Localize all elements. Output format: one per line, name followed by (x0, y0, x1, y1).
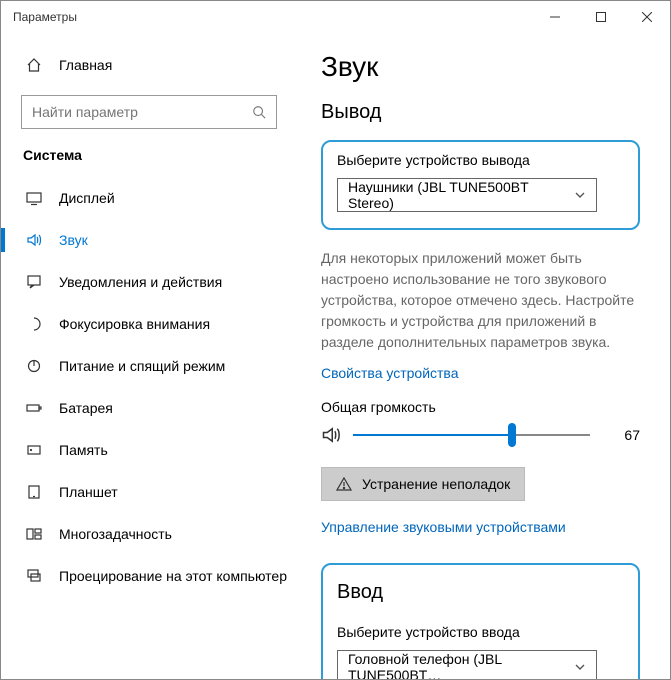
manage-devices-link[interactable]: Управление звуковыми устройствами (321, 519, 640, 535)
output-device-group: Выберите устройство вывода Наушники (JBL… (321, 140, 640, 230)
sidebar-item-label: Питание и спящий режим (59, 358, 225, 374)
tablet-icon (25, 484, 43, 500)
minimize-button[interactable] (532, 1, 578, 33)
output-note: Для некоторых приложений может быть наст… (321, 248, 640, 353)
window-title: Параметры (13, 10, 77, 24)
warning-icon (336, 476, 352, 492)
multitask-icon (25, 526, 43, 542)
search-icon (252, 105, 266, 119)
sidebar-item-label: Батарея (59, 400, 113, 416)
sidebar-section-label: Система (1, 147, 297, 177)
projecting-icon (25, 568, 43, 584)
volume-label: Общая громкость (321, 399, 640, 415)
titlebar: Параметры (1, 1, 670, 33)
volume-icon[interactable] (321, 425, 341, 445)
sidebar-item-focus[interactable]: Фокусировка внимания (1, 303, 297, 345)
input-choose-label: Выберите устройство ввода (337, 624, 624, 640)
search-input[interactable] (32, 104, 244, 120)
chevron-down-icon (574, 189, 586, 201)
sidebar-item-label: Звук (59, 232, 88, 248)
sidebar-item-power[interactable]: Питание и спящий режим (1, 345, 297, 387)
sidebar-item-sound[interactable]: Звук (1, 219, 297, 261)
chevron-down-icon (574, 661, 586, 673)
storage-icon (25, 442, 43, 458)
display-icon (25, 190, 43, 206)
sidebar-item-storage[interactable]: Память (1, 429, 297, 471)
volume-row: 67 (321, 425, 640, 445)
troubleshoot-label: Устранение неполадок (362, 476, 510, 492)
power-icon (25, 358, 43, 374)
sidebar-item-display[interactable]: Дисплей (1, 177, 297, 219)
home-label: Главная (59, 57, 112, 73)
page-title: Звук (321, 51, 640, 83)
main-content: Звук Вывод Выберите устройство вывода На… (297, 33, 670, 679)
sidebar-item-label: Планшет (59, 484, 118, 500)
sidebar-item-label: Многозадачность (59, 526, 172, 542)
sidebar-item-notifications[interactable]: Уведомления и действия (1, 261, 297, 303)
output-heading: Вывод (321, 101, 640, 124)
output-device-select[interactable]: Наушники (JBL TUNE500BT Stereo) (337, 178, 597, 212)
sidebar-item-projecting[interactable]: Проецирование на этот компьютер (1, 555, 297, 597)
input-device-select[interactable]: Головной телефон (JBL TUNE500BT… (337, 650, 597, 679)
sidebar-item-label: Проецирование на этот компьютер (59, 568, 287, 584)
sidebar-item-label: Фокусировка внимания (59, 316, 210, 332)
sidebar-item-tablet[interactable]: Планшет (1, 471, 297, 513)
sound-icon (25, 232, 43, 248)
close-button[interactable] (624, 1, 670, 33)
focus-icon (25, 316, 43, 332)
battery-icon (25, 400, 43, 416)
input-device-group: Ввод Выберите устройство ввода Головной … (321, 563, 640, 679)
input-heading: Ввод (337, 581, 624, 604)
input-device-value: Головной телефон (JBL TUNE500BT… (348, 651, 574, 679)
home-icon (25, 57, 43, 73)
sidebar-item-label: Память (59, 442, 108, 458)
sidebar-item-battery[interactable]: Батарея (1, 387, 297, 429)
device-properties-link[interactable]: Свойства устройства (321, 365, 640, 381)
volume-slider-thumb[interactable] (508, 423, 516, 447)
sidebar-item-multitask[interactable]: Многозадачность (1, 513, 297, 555)
maximize-button[interactable] (578, 1, 624, 33)
titlebar-controls (532, 1, 670, 33)
volume-value: 67 (620, 427, 640, 443)
sidebar-item-label: Уведомления и действия (59, 274, 222, 290)
volume-slider-fill (353, 434, 512, 436)
sidebar: Главная Система Дисплей Звук (1, 33, 297, 679)
sidebar-item-label: Дисплей (59, 190, 115, 206)
notifications-icon (25, 274, 43, 290)
volume-slider[interactable] (353, 434, 590, 436)
troubleshoot-button[interactable]: Устранение неполадок (321, 467, 525, 501)
search-input-container[interactable] (21, 95, 277, 129)
sidebar-item-home[interactable]: Главная (1, 45, 297, 85)
output-choose-label: Выберите устройство вывода (337, 152, 624, 168)
output-device-value: Наушники (JBL TUNE500BT Stereo) (348, 179, 574, 211)
